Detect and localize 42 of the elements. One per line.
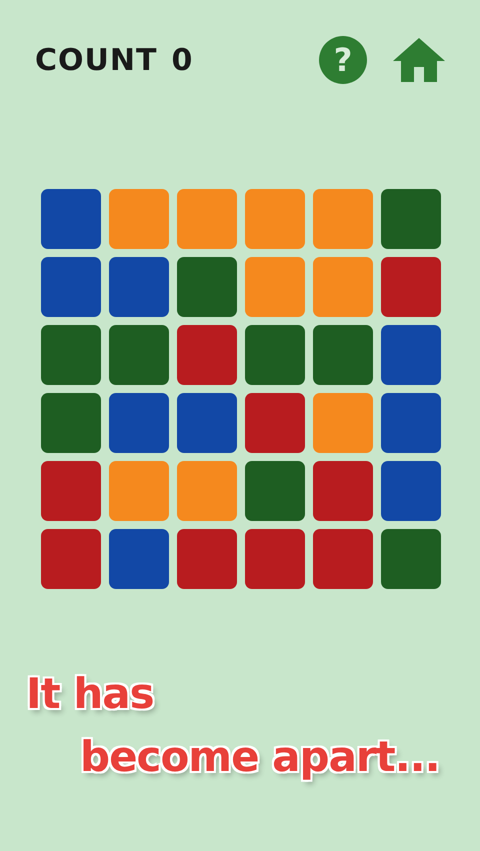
color-tile[interactable] <box>245 529 305 589</box>
color-tile[interactable] <box>177 189 237 249</box>
color-tile[interactable] <box>177 257 237 317</box>
color-tile[interactable] <box>313 189 373 249</box>
count-label: COUNT <box>35 42 158 78</box>
count-value: 0 <box>171 42 194 78</box>
color-tile[interactable] <box>381 257 441 317</box>
home-icon[interactable] <box>392 36 446 84</box>
color-tile[interactable] <box>245 257 305 317</box>
color-tile[interactable] <box>313 461 373 521</box>
color-tile[interactable] <box>41 189 101 249</box>
color-tile[interactable] <box>381 461 441 521</box>
color-tile[interactable] <box>177 393 237 453</box>
color-tile[interactable] <box>381 189 441 249</box>
color-tile[interactable] <box>109 529 169 589</box>
color-tile[interactable] <box>109 257 169 317</box>
color-tile[interactable] <box>381 529 441 589</box>
caption-text: become apart... <box>80 732 440 781</box>
color-tile[interactable] <box>245 325 305 385</box>
color-tile[interactable] <box>245 189 305 249</box>
color-tile[interactable] <box>313 393 373 453</box>
color-tile[interactable] <box>381 325 441 385</box>
color-tile[interactable] <box>177 461 237 521</box>
color-tile[interactable] <box>245 461 305 521</box>
color-tile[interactable] <box>41 461 101 521</box>
color-tile[interactable] <box>41 257 101 317</box>
color-tile[interactable] <box>313 257 373 317</box>
color-tile[interactable] <box>109 189 169 249</box>
color-tile[interactable] <box>313 325 373 385</box>
color-tile[interactable] <box>109 393 169 453</box>
color-tile[interactable] <box>41 529 101 589</box>
color-tile[interactable] <box>41 393 101 453</box>
color-tile[interactable] <box>177 529 237 589</box>
color-tile[interactable] <box>313 529 373 589</box>
color-tile[interactable] <box>245 393 305 453</box>
color-tile[interactable] <box>109 461 169 521</box>
color-tile[interactable] <box>109 325 169 385</box>
caption-text: It has <box>26 669 154 718</box>
color-tile[interactable] <box>177 325 237 385</box>
color-tile[interactable] <box>41 325 101 385</box>
color-tile[interactable] <box>381 393 441 453</box>
help-button[interactable]: ? <box>319 36 367 84</box>
